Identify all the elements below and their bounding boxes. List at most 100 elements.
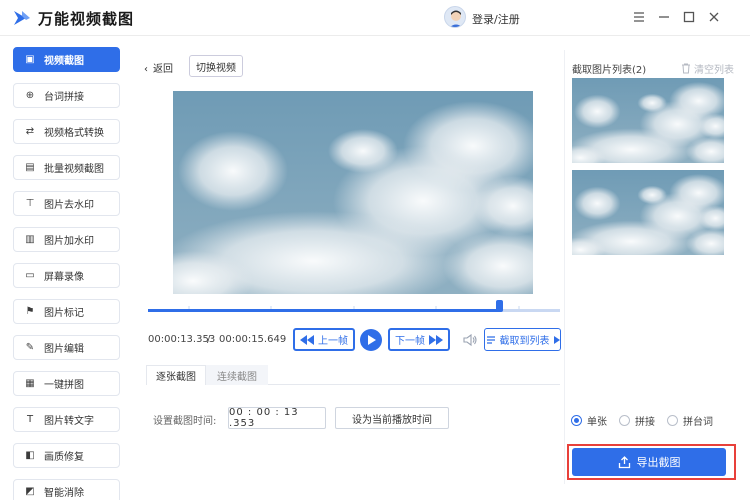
sidebar-item[interactable]: ▦ 一键拼图 [13,371,120,396]
radio-label: 拼台词 [683,417,713,428]
radio-indicator [571,415,582,426]
app-logo-icon [14,11,30,25]
capture-to-list-button[interactable]: 截取到列表 [484,328,561,351]
thumbnail-image [572,170,724,255]
video-frame [173,91,533,294]
avatar-icon [450,10,462,27]
back-label: 返回 [153,64,173,75]
radio-single[interactable]: 单张 [571,413,607,428]
image-stamp-icon: ▥ [25,234,35,245]
capture-mode-tabs: 逐张截图 连续截图 [146,365,560,385]
volume-icon[interactable] [462,332,478,348]
radio-label: 单张 [587,417,607,428]
radio-stitch[interactable]: 拼接 [619,413,655,428]
export-label: 导出截图 [636,456,681,469]
back-button[interactable]: ‹ 返回 [144,60,173,75]
sidebar-item[interactable]: T 图片转文字 [13,407,120,432]
sidebar-item[interactable]: ▥ 图片加水印 [13,227,120,252]
radio-indicator [667,415,678,426]
timeline-progress [148,309,499,312]
clear-list-label: 清空列表 [694,65,734,76]
title-bar: 万能视频截图 登录/注册 [0,0,750,36]
sidebar-item[interactable]: ⇄ 视频格式转换 [13,119,120,144]
time-separator: / [207,334,211,345]
monitor-icon: ▭ [25,270,35,281]
sidebar-item[interactable]: ✎ 图片编辑 [13,335,120,360]
capture-list-title: 截取图片列表(2) [572,65,647,76]
eraser-icon: ◩ [25,486,35,497]
sidebar-item-label: 图片转文字 [44,416,94,427]
prev-frame-button[interactable]: 上一帧 [293,328,355,351]
capture-to-list-label: 截取到列表 [499,336,550,347]
sidebar-item-label: 视频格式转换 [44,128,104,139]
screenshot-icon: ▣ [25,54,35,65]
export-icon [618,455,630,468]
export-screenshots-button[interactable]: 导出截图 [572,448,726,476]
sidebar-item[interactable]: ⊤ 图片去水印 [13,191,120,216]
convert-icon: ⇄ [25,126,35,137]
captured-image-thumbnail[interactable] [572,78,724,163]
radio-label: 拼接 [635,417,655,428]
close-icon[interactable] [705,8,723,26]
rewind-icon [300,334,314,345]
sidebar-item[interactable]: ▣ 视频截图 [13,47,120,72]
menu-icon[interactable] [630,8,648,26]
sidebar-item-label: 智能消除 [44,488,84,499]
capture-time-input[interactable]: 00 : 00 : 13 .353 [228,407,326,429]
caret-right-icon [553,335,560,344]
text-icon: T [26,414,34,425]
list-icon [486,335,495,344]
prev-frame-label: 上一帧 [318,336,348,347]
set-time-label: 设置截图时间: [153,416,217,427]
next-frame-button[interactable]: 下一帧 [388,328,450,351]
user-avatar[interactable] [444,6,466,28]
sidebar-item-label: 图片编辑 [44,344,84,355]
radio-subtitle-stitch[interactable]: 拼台词 [667,413,713,428]
timeline-slider[interactable] [148,300,560,312]
plus-circle-icon: ⊕ [25,90,35,101]
sidebar-item-label: 图片加水印 [44,236,94,247]
trash-icon [682,63,690,74]
minimize-icon[interactable] [655,8,673,26]
tab-single-capture[interactable]: 逐张截图 [146,365,206,385]
sidebar-item-label: 一键拼图 [44,380,84,391]
set-current-time-button[interactable]: 设为当前播放时间 [335,407,449,429]
maximize-icon[interactable] [680,8,698,26]
sidebar-item[interactable]: ▭ 屏幕录像 [13,263,120,288]
export-mode-radios: 单张 拼接 拼台词 [571,413,725,428]
sidebar-item[interactable]: ⚑ 图片标记 [13,299,120,324]
play-icon [368,335,376,345]
sidebar-item[interactable]: ▤ 批量视频截图 [13,155,120,180]
sidebar-item-label: 批量视频截图 [44,164,104,175]
video-player[interactable] [173,91,533,294]
sidebar-item-label: 图片标记 [44,308,84,319]
sidebar-item[interactable]: ⊕ 台词拼接 [13,83,120,108]
tab-continuous-capture[interactable]: 连续截图 [206,365,268,385]
flag-icon: ⚑ [25,306,35,317]
radio-indicator [619,415,630,426]
repair-icon: ◧ [25,450,35,461]
total-time: 00:00:15.649 [219,334,287,345]
stamp-icon: ⊤ [25,198,35,209]
play-button[interactable] [360,329,382,351]
clear-list-button[interactable]: 清空列表 [681,61,734,76]
edit-icon: ✎ [25,342,35,353]
fast-forward-icon [429,334,443,345]
switch-video-button[interactable]: 切换视频 [189,55,243,77]
chevron-left-icon: ‹ [144,64,148,75]
sidebar-item[interactable]: ◧ 画质修复 [13,443,120,468]
captured-image-thumbnail[interactable] [572,170,724,255]
login-register-link[interactable]: 登录/注册 [472,11,520,27]
timeline-handle[interactable] [496,300,503,312]
app-title: 万能视频截图 [38,10,135,28]
sidebar-item-label: 画质修复 [44,452,84,463]
grid-icon: ▦ [25,378,35,389]
next-frame-label: 下一帧 [395,336,425,347]
thumbnail-image [572,78,724,163]
sidebar-item-label: 图片去水印 [44,200,94,211]
sidebar-item-label: 屏幕录像 [44,272,84,283]
sidebar-item-label: 视频截图 [44,56,84,67]
batch-icon: ▤ [25,162,35,173]
sidebar-item[interactable]: ◩ 智能消除 [13,479,120,500]
current-time: 00:00:13.353 [148,334,216,345]
